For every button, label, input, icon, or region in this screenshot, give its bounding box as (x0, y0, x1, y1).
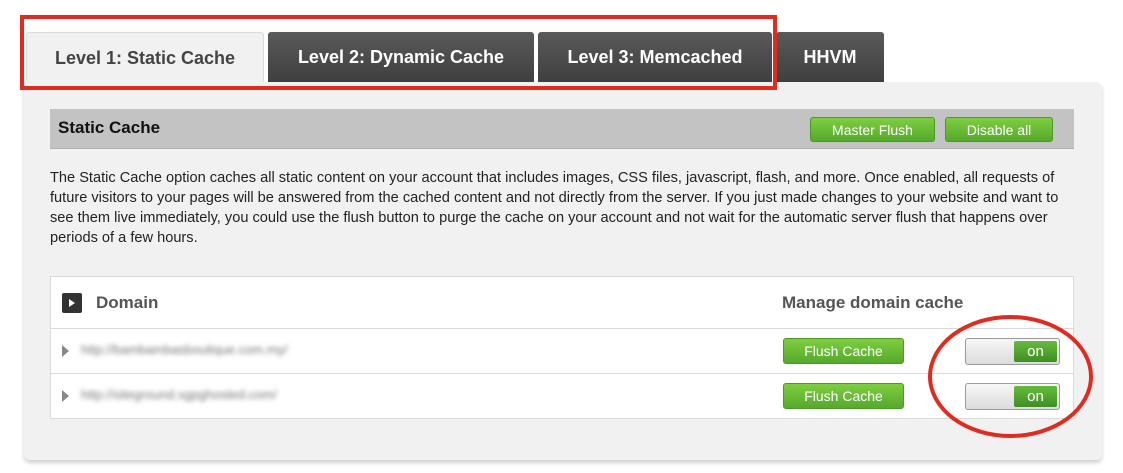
flush-cache-button[interactable]: Flush Cache (783, 383, 904, 409)
table-header: Domain Manage domain cache (51, 277, 1073, 329)
disable-all-button[interactable]: Disable all (945, 117, 1053, 142)
cache-toggle[interactable]: on (965, 383, 1060, 410)
tab-dynamic-cache[interactable]: Level 2: Dynamic Cache (268, 32, 534, 82)
expand-row-icon[interactable] (62, 345, 69, 357)
static-cache-description: The Static Cache option caches all stati… (50, 170, 1059, 246)
tab-label: Level 1: Static Cache (54, 48, 236, 68)
domain-url: http://siteground.sgpghosted.com/ (81, 387, 277, 402)
tab-hhvm[interactable]: HHVM (776, 32, 884, 82)
tab-label: Level 2: Dynamic Cache (297, 46, 505, 67)
table-row: http://siteground.sgpghosted.com/ Flush … (51, 374, 1073, 419)
column-header-manage: Manage domain cache (782, 293, 964, 312)
domain-cache-table: Domain Manage domain cache http://bambam… (50, 276, 1074, 419)
tab-static-cache[interactable]: Level 1: Static Cache (26, 32, 264, 84)
tab-memcached[interactable]: Level 3: Memcached (538, 32, 772, 82)
expand-row-icon[interactable] (62, 390, 69, 402)
tab-label: HHVM (803, 46, 857, 67)
table-row: http://bambambasboutique.com.my/ Flush C… (51, 329, 1073, 374)
domain-url: http://bambambasboutique.com.my/ (81, 342, 288, 357)
section-title: Static Cache (58, 118, 161, 137)
section-header: Static Cache Master Flush Disable all (50, 109, 1074, 149)
toggle-on-label: on (1014, 386, 1057, 407)
master-flush-button[interactable]: Master Flush (810, 117, 935, 142)
toggle-on-label: on (1014, 341, 1057, 362)
expand-all-toggle[interactable] (62, 293, 82, 313)
flush-cache-button[interactable]: Flush Cache (783, 338, 904, 364)
column-header-domain: Domain (96, 293, 159, 312)
static-cache-panel: Static Cache Master Flush Disable all Th… (24, 82, 1102, 460)
cache-toggle[interactable]: on (965, 338, 1060, 365)
tab-label: Level 3: Memcached (567, 46, 743, 67)
triangle-right-icon (69, 299, 75, 307)
